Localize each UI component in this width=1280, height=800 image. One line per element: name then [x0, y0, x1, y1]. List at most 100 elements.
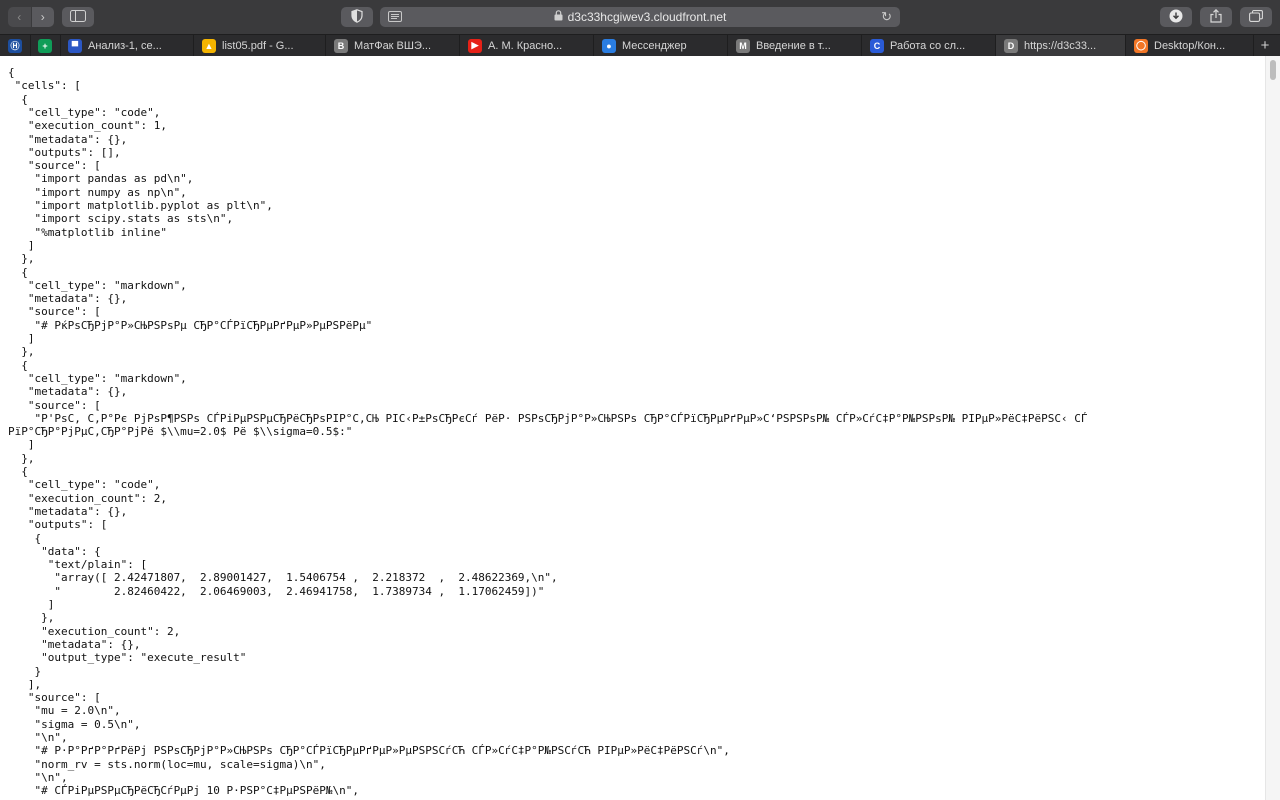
json-line: "source": [ — [8, 398, 101, 412]
json-line: "# Р·Р°РґР°РґРёРј РЅРѕСЂРјР°Р»СЊРЅРѕ СЂР… — [8, 744, 730, 758]
json-line: "array([ 2.42471807, 2.89001427, 1.54067… — [8, 571, 558, 585]
reader-view-icon[interactable] — [388, 11, 402, 25]
json-line: }, — [8, 451, 35, 465]
tab-bar: Ⓗ + ▀ Анализ-1, се... ▲ list05.pdf - G..… — [0, 34, 1280, 56]
tab-work[interactable]: C Работа со сл... — [862, 35, 996, 56]
json-line: "%matplotlib inline" — [8, 225, 167, 239]
tab-favicon-icon: M — [736, 38, 750, 53]
tab-jupyter-desktop[interactable]: ◯ Desktop/Кон... — [1126, 35, 1254, 56]
json-line: "metadata": {}, — [8, 637, 141, 651]
json-line: }, — [8, 345, 35, 359]
share-icon — [1210, 8, 1222, 26]
json-line: "import scipy.stats as sts\n", — [8, 212, 234, 226]
coursera-icon: C — [870, 38, 884, 53]
tab-label: Введение в т... — [756, 39, 831, 52]
json-line: ], — [8, 677, 42, 691]
json-line: ] — [8, 238, 35, 252]
scrollbar-thumb[interactable] — [1270, 60, 1276, 80]
plus-icon: + — [1260, 37, 1270, 54]
sheets-icon: + — [38, 38, 52, 53]
json-line: "import matplotlib.pyplot as plt\n", — [8, 199, 273, 212]
browser-toolbar: ‹ › d3c33hcgiwev3.cloudfront.net ↻ — [0, 0, 1280, 34]
json-line: "Р'РѕС‚ С‚Р°Рє РјРѕР¶РЅРѕ СЃРіРµРЅРµСЂРё… — [8, 411, 1088, 425]
json-line: "metadata": {}, — [8, 385, 128, 399]
json-line: "import pandas as pd\n", — [8, 172, 194, 186]
downloads-button[interactable] — [1160, 7, 1192, 27]
tab-favicon-icon: ▀ — [68, 38, 82, 53]
tab-label: А. М. Красно... — [488, 39, 563, 52]
tab-favicon-icon: D — [1004, 38, 1018, 53]
json-line: { — [8, 92, 28, 106]
navigation-buttons: ‹ › — [8, 7, 54, 27]
json-line: { — [8, 265, 28, 279]
json-line: "cells": [ — [8, 79, 81, 93]
json-line: "metadata": {}, — [8, 292, 128, 306]
json-line: "# РќРѕСЂРјР°Р»СЊРЅРѕРµ СЂР°СЃРїСЂРµРґРµ… — [8, 318, 373, 332]
json-line: "mu = 2.0\n", — [8, 704, 121, 718]
address-bar[interactable]: d3c33hcgiwev3.cloudfront.net ↻ — [380, 7, 900, 27]
json-line: { — [8, 531, 42, 545]
tab-label: list05.pdf - G... — [222, 39, 294, 52]
json-line: "norm_rv = sts.norm(loc=mu, scale=sigma)… — [8, 757, 326, 771]
json-line: "sigma = 0.5\n", — [8, 717, 141, 731]
tab-analysis[interactable]: ▀ Анализ-1, се... — [60, 35, 194, 56]
tab-overview-button[interactable] — [1240, 7, 1272, 27]
raw-json-document: { "cells": [ { "cell_type": "code", "exe… — [0, 56, 1266, 800]
json-line: ] — [8, 598, 55, 611]
json-line: "execution_count": 2, — [8, 491, 167, 505]
tab-label: Мессенджер — [622, 39, 687, 52]
json-line: "cell_type": "markdown", — [8, 278, 187, 292]
json-line: }, — [8, 252, 35, 266]
forward-button[interactable]: › — [30, 7, 54, 27]
json-line: ] — [8, 332, 35, 345]
json-line: "outputs": [ — [8, 518, 108, 532]
json-line: "cell_type": "markdown", — [8, 371, 187, 385]
tab-youtube[interactable]: ▶ А. М. Красно... — [460, 35, 594, 56]
sidebar-button[interactable] — [62, 7, 94, 27]
privacy-report-button[interactable] — [341, 7, 373, 27]
json-line: "# СЃРіРµРЅРµСЂРёСЂСѓРµРј 10 Р·РЅР°С‡РµР… — [8, 784, 359, 798]
tab-favicon-icon: B — [334, 38, 348, 53]
json-line: "\n", — [8, 770, 68, 784]
back-button[interactable]: ‹ — [8, 7, 31, 27]
jupyter-icon: ◯ — [1134, 38, 1148, 53]
reload-icon[interactable]: ↻ — [881, 9, 892, 25]
json-line: "cell_type": "code", — [8, 478, 161, 492]
tab-list05-pdf[interactable]: ▲ list05.pdf - G... — [194, 35, 326, 56]
drive-icon: ▲ — [202, 38, 216, 53]
tab-matfak[interactable]: B МатФак ВШЭ... — [326, 35, 460, 56]
pinned-tab-sheets[interactable]: + — [30, 35, 61, 56]
pinned-tab-hse[interactable]: Ⓗ — [0, 35, 31, 56]
json-line: РїР°СЂР°РјРµС‚СЂР°РјРё $\\mu=2.0$ Рё $\\… — [8, 425, 353, 439]
json-line: "source": [ — [8, 305, 101, 319]
json-line: "\n", — [8, 731, 68, 744]
json-line: "text/plain": [ — [8, 558, 148, 572]
youtube-icon: ▶ — [468, 38, 482, 53]
tab-messenger[interactable]: ● Мессенджер — [594, 35, 728, 56]
tabs-overview-icon — [1249, 9, 1263, 25]
vertical-scrollbar[interactable] — [1265, 56, 1280, 800]
tab-intro[interactable]: M Введение в т... — [728, 35, 862, 56]
shield-icon — [351, 8, 363, 26]
share-button[interactable] — [1200, 7, 1232, 27]
json-line: "metadata": {}, — [8, 132, 128, 146]
tab-label: Работа со сл... — [890, 39, 966, 52]
json-line: }, — [8, 611, 55, 625]
json-line: "output_type": "execute_result" — [8, 651, 247, 665]
new-tab-button[interactable]: + — [1254, 35, 1276, 56]
tab-label: https://d3c33... — [1024, 39, 1097, 52]
json-line: "source": [ — [8, 691, 101, 705]
json-line: "source": [ — [8, 159, 101, 173]
json-line: } — [8, 664, 42, 678]
download-icon — [1169, 9, 1183, 26]
json-line: "execution_count": 1, — [8, 119, 167, 133]
json-line: { — [8, 66, 15, 79]
json-line: " 2.82460422, 2.06469003, 2.46941758, 1.… — [8, 584, 545, 598]
json-line: "execution_count": 2, — [8, 624, 181, 638]
json-line: "import numpy as np\n", — [8, 185, 187, 199]
json-line: "metadata": {}, — [8, 504, 128, 518]
tab-active-cloudfront[interactable]: D https://d3c33... — [996, 35, 1126, 56]
json-line: "cell_type": "code", — [8, 105, 161, 119]
url-text: d3c33hcgiwev3.cloudfront.net — [567, 10, 727, 24]
tab-label: Анализ-1, се... — [88, 39, 162, 52]
